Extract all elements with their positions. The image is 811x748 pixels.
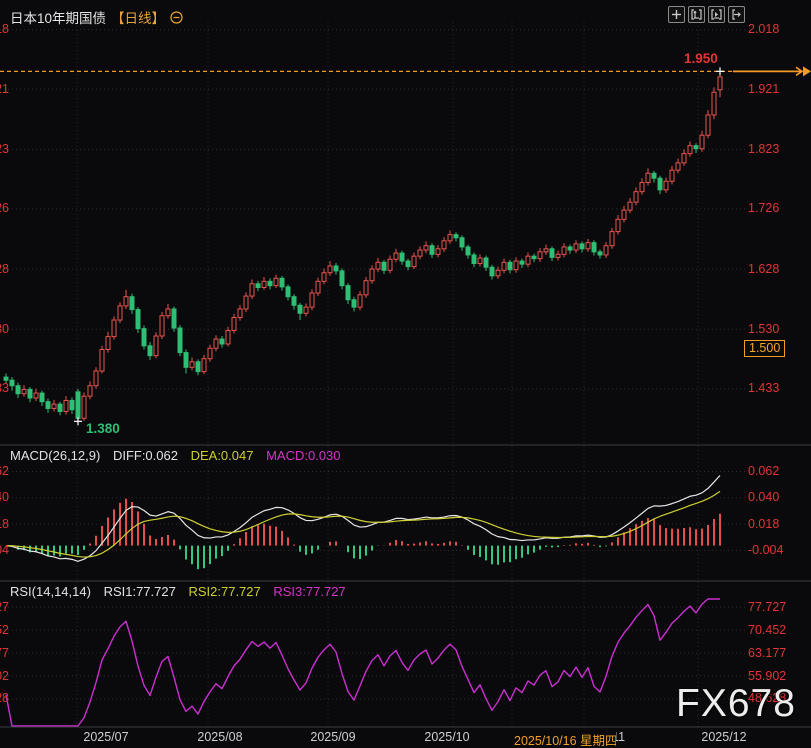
price-axis-label-left: 2.018 — [0, 22, 9, 37]
macd-dea-value: DEA:0.047 — [191, 448, 254, 463]
macd-axis-label-left: -0.004 — [0, 543, 9, 558]
macd-axis-label-left: 0.018 — [0, 517, 9, 532]
instrument-title: 日本10年期国债 — [10, 7, 106, 27]
rsi-header: RSI(14,14,14) RSI1:77.727 RSI2:77.727 RS… — [10, 584, 355, 599]
chart-title-row: 日本10年期国债 【日线】 — [10, 7, 183, 27]
rsi-axis-label-left: 77.727 — [0, 600, 9, 615]
move-icon[interactable] — [668, 6, 685, 23]
x-axis-month-label: 2025/12 — [701, 730, 746, 744]
macd-axis-label: -0.004 — [748, 543, 783, 558]
fx678-watermark: FX678 — [676, 682, 796, 726]
macd-title: MACD(26,12,9) — [10, 448, 100, 463]
price-axis-label: 1.726 — [748, 201, 779, 216]
price-axis-label: 1.628 — [748, 262, 779, 277]
axis-range-vertical-icon[interactable] — [688, 6, 705, 23]
price-axis-label: 1.433 — [748, 381, 779, 396]
rsi-axis-label-left: 70.452 — [0, 623, 9, 638]
macd-axis-label-left: 0.040 — [0, 490, 9, 505]
price-axis-label: 1.530 — [748, 322, 779, 337]
macd-axis-label: 0.040 — [748, 490, 779, 505]
x-axis-month-label: 2025/08 — [197, 730, 242, 744]
price-axis-label-left: 1.726 — [0, 201, 9, 216]
rsi1-value: RSI1:77.727 — [104, 584, 176, 599]
collapse-chart-icon[interactable] — [170, 11, 183, 24]
highlighted-date-label: 2025/10/16 星期四 — [514, 730, 616, 748]
price-axis-label: 1.921 — [748, 82, 779, 97]
rsi-axis-label-left: 63.177 — [0, 646, 9, 661]
macd-diff-value: DIFF:0.062 — [113, 448, 178, 463]
alert-price-axis-box[interactable]: 1.500 — [744, 340, 785, 357]
rsi-axis-label-left: 55.902 — [0, 669, 9, 684]
marker-axis-icon[interactable] — [708, 6, 725, 23]
price-axis-label: 2.018 — [748, 22, 779, 37]
macd-axis-label-left: 0.062 — [0, 464, 9, 479]
x-axis-month-label: 2025/10 — [424, 730, 469, 744]
price-axis-label-left: 1.530 — [0, 322, 9, 337]
pan-right-icon[interactable] — [728, 6, 745, 23]
rsi-axis-label-left: 48.628 — [0, 691, 9, 706]
rsi-axis-label: 70.452 — [748, 623, 786, 638]
price-axis-label-left: 1.823 — [0, 142, 9, 157]
price-axis-label: 1.823 — [748, 142, 779, 157]
price-axis-label-left: 1.921 — [0, 82, 9, 97]
low-price-annotation: 1.380 — [86, 421, 120, 436]
chart-canvas[interactable] — [0, 0, 811, 748]
x-axis-month-label: 2025/07 — [83, 730, 128, 744]
chart-toolbar — [668, 6, 745, 23]
price-axis-label-left: 1.628 — [0, 262, 9, 277]
macd-axis-label: 0.018 — [748, 517, 779, 532]
rsi3-value: RSI3:77.727 — [273, 584, 345, 599]
high-price-annotation: 1.950 — [684, 51, 718, 66]
rsi-title: RSI(14,14,14) — [10, 584, 91, 599]
chart-window: 2.018 2.018 1.921 1.921 1.823 1.823 1.726 1.726… — [0, 0, 811, 748]
rsi-axis-label: 77.727 — [748, 600, 786, 615]
macd-hist-value: MACD:0.030 — [266, 448, 340, 463]
macd-axis-label: 0.062 — [748, 464, 779, 479]
timeframe-label: 【日线】 — [111, 7, 165, 27]
rsi2-value: RSI2:77.727 — [188, 584, 260, 599]
price-axis-label-left: 1.433 — [0, 381, 9, 396]
macd-header: MACD(26,12,9) DIFF:0.062 DEA:0.047 MACD:… — [10, 448, 350, 463]
rsi-axis-label: 63.177 — [748, 646, 786, 661]
x-axis-month-label: 2025/09 — [310, 730, 355, 744]
